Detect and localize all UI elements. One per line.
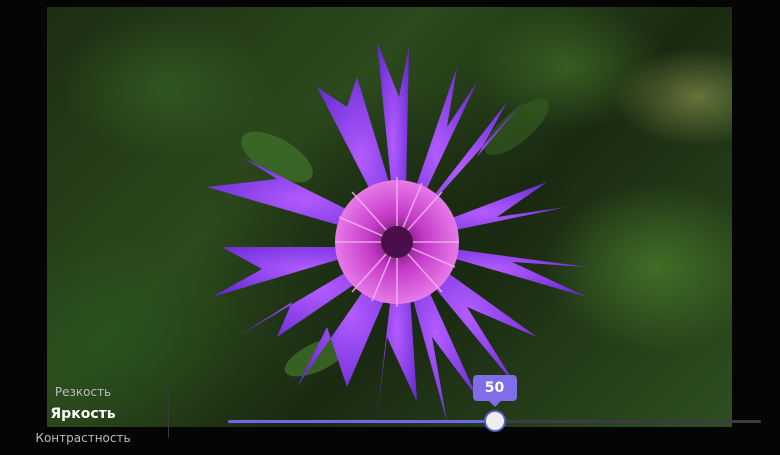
- menu-item-sharpness[interactable]: Резкость: [0, 384, 166, 400]
- picture-settings-menu: Резкость Яркость Контрастность: [0, 380, 168, 450]
- slider-value-bubble: 50: [472, 375, 517, 407]
- menu-item-contrast[interactable]: Контрастность: [0, 430, 166, 446]
- brightness-slider[interactable]: 50: [228, 375, 761, 430]
- tv-screen: Резкость Яркость Контрастность 50: [0, 0, 780, 455]
- preview-photo: [47, 7, 732, 427]
- slider-handle[interactable]: [485, 412, 504, 430]
- menu-item-brightness[interactable]: Яркость: [0, 405, 166, 423]
- menu-divider: [168, 388, 169, 438]
- slider-fill: [228, 420, 495, 423]
- flower-image: [207, 42, 587, 422]
